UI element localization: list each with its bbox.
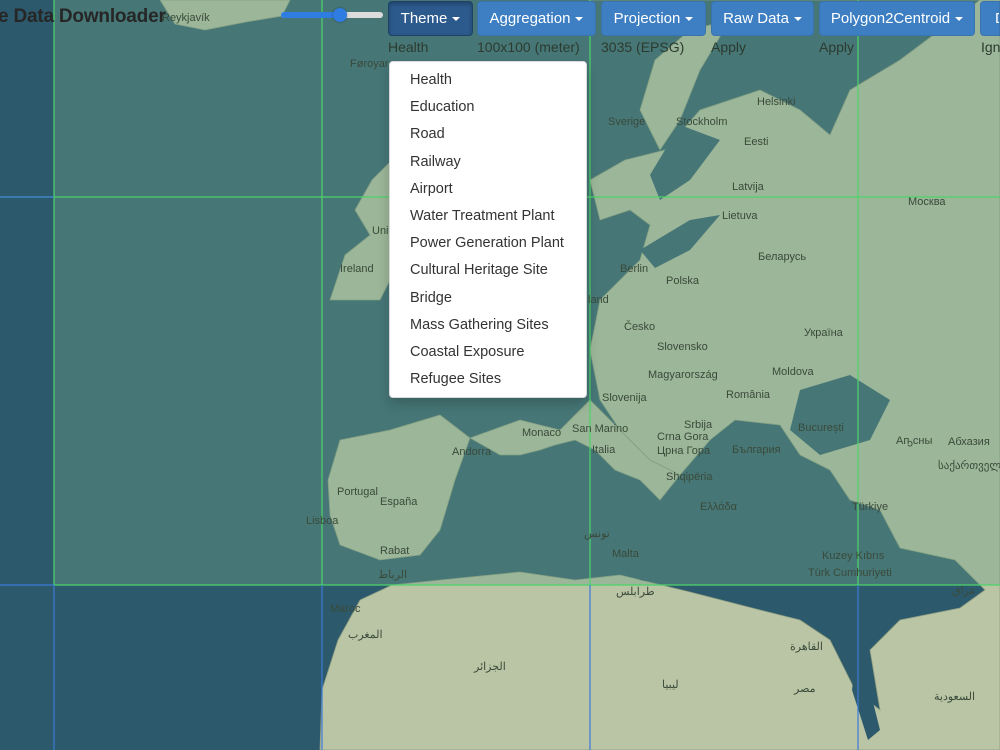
extra-selected-value: Ign (981, 39, 1000, 55)
polygon2centroid-button-label: Polygon2Centroid (830, 10, 951, 27)
map-label: Stockholm (676, 116, 727, 128)
theme-option-health[interactable]: Health (390, 67, 586, 94)
theme-selected-value: Health (388, 39, 429, 55)
map-label: România (726, 389, 771, 401)
theme-button-label: Theme (400, 10, 448, 27)
map-label: مصر (793, 683, 816, 695)
theme-option-airport[interactable]: Airport (390, 176, 586, 203)
slider-fill (281, 12, 341, 18)
map-label: الجزائر (473, 661, 506, 673)
caret-down-icon (955, 16, 964, 21)
map-label: Moldova (772, 366, 814, 378)
map-label: Latvija (732, 181, 765, 193)
map-label: Sverige (608, 116, 645, 128)
map-label: Ireland (340, 263, 374, 275)
map-label: Srbija (684, 419, 713, 431)
map-label: Andorra (452, 446, 492, 458)
theme-option-mass-gathering-sites[interactable]: Mass Gathering Sites (390, 312, 586, 339)
theme-dropdown-menu: Health Education Road Railway Airport Wa… (389, 61, 587, 398)
caret-down-icon (793, 16, 802, 21)
map-label: Polska (666, 275, 700, 287)
app-title: e Data Downloader (0, 6, 166, 27)
map-label: Црна Гора (657, 445, 711, 457)
aggregation-button-label: Aggregation (489, 10, 571, 27)
map-label: България (732, 444, 781, 456)
caret-down-icon (685, 16, 694, 21)
map-label: Reykjavík (162, 12, 210, 24)
caret-down-icon (575, 16, 584, 21)
theme-option-refugee-sites[interactable]: Refugee Sites (390, 366, 586, 393)
theme-option-cultural-heritage-site[interactable]: Cultural Heritage Site (390, 257, 586, 284)
map-label: Berlin (620, 263, 648, 275)
map-label: Føroyar (350, 58, 389, 70)
opacity-slider[interactable] (281, 8, 383, 22)
map-label: București (798, 422, 844, 434)
map-label: Helsinki (757, 96, 796, 108)
map-label: Lietuva (722, 210, 758, 222)
map-label: Magyarország (648, 369, 718, 381)
raw-data-button-label: Raw Data (723, 10, 789, 27)
extra-button-label: D (995, 10, 999, 27)
theme-option-bridge[interactable]: Bridge (390, 285, 586, 312)
polygon2centroid-button[interactable]: Polygon2Centroid (819, 1, 975, 36)
theme-option-education[interactable]: Education (390, 94, 586, 121)
map-label: Kuzey Kıbrıs (822, 550, 885, 562)
map-label: Türk Cumhuriyeti (808, 567, 892, 579)
projection-button[interactable]: Projection (601, 1, 706, 36)
polygon2centroid-selected-value: Apply (819, 39, 855, 55)
map-label: Česko (624, 320, 655, 333)
map-label: Italia (592, 444, 616, 456)
theme-option-road[interactable]: Road (390, 121, 586, 148)
map-label: Türkiye (852, 501, 888, 513)
theme-button[interactable]: Theme (388, 1, 473, 36)
map-label: Україна (804, 327, 844, 339)
map-label: Slovensko (657, 341, 708, 353)
map-label: España (380, 496, 418, 508)
map-label: Portugal (337, 486, 378, 498)
map-label: Maroc (330, 603, 361, 615)
aggregation-button[interactable]: Aggregation (477, 1, 596, 36)
map-label: الرباط (378, 569, 407, 581)
map-label: Москва (908, 196, 946, 208)
extra-button[interactable]: D (980, 1, 1000, 36)
map-label: Беларусь (758, 251, 806, 263)
map-label: land (588, 294, 609, 306)
map-label: Crna Gora (657, 431, 709, 443)
map-label: القاهرة (790, 641, 823, 653)
raw-data-button[interactable]: Raw Data (711, 1, 814, 36)
map-label: Eesti (744, 136, 768, 148)
map-label: საქართველო (938, 459, 1000, 472)
projection-selected-value: 3035 (EPSG) (601, 39, 685, 55)
raw-data-selected-value: Apply (711, 39, 747, 55)
map-label: Shqipëria (666, 471, 713, 483)
map-label: المغرب (348, 629, 383, 641)
theme-option-water-treatment-plant[interactable]: Water Treatment Plant (390, 203, 586, 230)
theme-option-power-generation-plant[interactable]: Power Generation Plant (390, 230, 586, 257)
map-label: Slovenija (602, 392, 648, 404)
caret-down-icon (452, 16, 461, 21)
map-label: Malta (612, 548, 640, 560)
map-label: عراق (952, 585, 976, 597)
map-label: تونس (584, 528, 610, 540)
projection-button-label: Projection (613, 10, 681, 27)
map-label: Аҧсны (896, 435, 932, 447)
map-label: طرابلس (616, 586, 655, 598)
aggregation-selected-value: 100x100 (meter) (477, 39, 580, 55)
map-label: Ελλάδα (700, 501, 738, 513)
map-label: السعودية (934, 691, 975, 703)
map-label: Абхазия (948, 436, 990, 448)
map-label: San Marino (572, 423, 628, 435)
map-label: Rabat (380, 545, 409, 557)
theme-option-railway[interactable]: Railway (390, 149, 586, 176)
map-label: Lisboa (306, 515, 339, 527)
slider-thumb[interactable] (333, 8, 348, 22)
map-label: Monaco (522, 427, 561, 439)
theme-option-coastal-exposure[interactable]: Coastal Exposure (390, 339, 586, 366)
map-label: ليبيا (662, 679, 679, 691)
